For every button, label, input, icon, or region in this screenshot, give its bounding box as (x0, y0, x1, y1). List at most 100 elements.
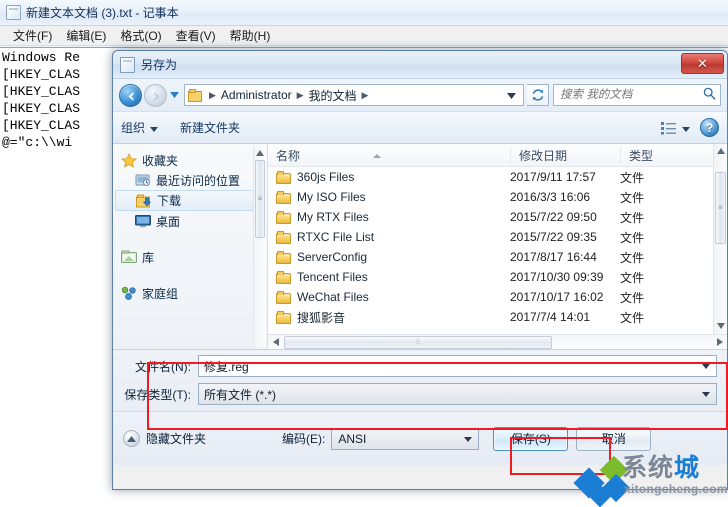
file-date: 2015/7/22 09:50 (510, 210, 597, 224)
menu-view[interactable]: 查看(V) (169, 26, 223, 45)
notepad-icon (120, 56, 135, 73)
file-list-vertical-scrollbar[interactable]: ≡ (713, 144, 727, 334)
table-row[interactable]: My RTX Files 2015/7/22 09:50 文件 (268, 207, 727, 227)
table-row[interactable]: Tencent Files 2017/10/30 09:39 文件 (268, 267, 727, 287)
sidebar-item-recent-places[interactable]: 最近访问的位置 (113, 170, 267, 190)
new-folder-label: 新建文件夹 (180, 121, 241, 135)
filetype-select[interactable]: 所有文件 (*.*) (198, 383, 717, 405)
sidebar-item-label: 最近访问的位置 (156, 173, 241, 188)
search-input[interactable] (558, 88, 703, 102)
table-row[interactable]: 搜狐影音 2017/7/4 14:01 文件 (268, 307, 727, 327)
close-icon[interactable]: ✕ (681, 53, 724, 74)
folder-icon (276, 270, 291, 284)
filename-label: 文件名(N): (135, 359, 191, 374)
filename-value: 修复.reg (204, 359, 249, 374)
file-type: 文件 (620, 230, 645, 245)
save-as-dialog: 另存为 ✕ ▶ Administrator ▶ 我的文档 ▶ 搜索 我的文档 组… (112, 50, 728, 490)
scroll-up-arrow-icon[interactable] (714, 144, 727, 158)
arrow-right-icon[interactable] (144, 83, 167, 107)
chevron-down-icon[interactable] (702, 364, 710, 369)
arrow-left-icon[interactable] (119, 83, 142, 107)
file-type: 文件 (620, 310, 645, 325)
chevron-down-icon (682, 121, 690, 135)
breadcrumb-separator: ▶ (361, 89, 369, 100)
sidebar-item-favorites[interactable]: 收藏夹 (113, 150, 267, 170)
breadcrumb-item-administrator[interactable]: Administrator (221, 88, 292, 102)
file-type: 文件 (620, 210, 645, 225)
scroll-left-arrow-icon[interactable] (268, 335, 283, 349)
table-row[interactable]: 360js Files 2017/9/11 17:57 文件 (268, 167, 727, 187)
file-name: WeChat Files (297, 290, 369, 304)
menu-format[interactable]: 格式(O) (113, 26, 168, 45)
filetype-row: 保存类型(T): 所有文件 (*.*) (113, 382, 727, 406)
search-icon (703, 87, 716, 103)
refresh-icon[interactable] (527, 84, 549, 106)
organize-button[interactable]: 组织 (121, 119, 159, 136)
table-row[interactable]: My ISO Files 2016/3/3 16:06 文件 (268, 187, 727, 207)
filename-row: 文件名(N): 修复.reg (113, 354, 727, 378)
file-name: 搜狐影音 (297, 310, 346, 325)
watermark-text-gray: 系统 (622, 454, 675, 482)
sidebar-item-desktop[interactable]: 桌面 (113, 211, 267, 231)
recent-places-icon (135, 173, 151, 187)
watermark-text-blue: 城 (674, 454, 701, 482)
column-header-date[interactable]: 修改日期 (510, 146, 620, 164)
filetype-label: 保存类型(T): (124, 387, 191, 402)
menu-edit[interactable]: 编辑(E) (59, 26, 113, 45)
scroll-right-arrow-icon[interactable] (712, 335, 727, 349)
vertical-scroll-thumb[interactable]: ≡ (715, 172, 726, 244)
cancel-button[interactable]: 取消 (576, 426, 652, 451)
chevron-down-icon (150, 121, 159, 135)
file-date: 2017/8/17 16:44 (510, 250, 597, 264)
filename-input[interactable]: 修复.reg (198, 355, 717, 377)
scroll-up-arrow-icon[interactable] (254, 146, 266, 159)
file-date: 2015/7/22 09:35 (510, 230, 597, 244)
sidebar-item-libraries[interactable]: 库 (113, 247, 267, 267)
breadcrumb-separator: ▶ (296, 89, 304, 100)
chevron-down-icon[interactable] (464, 436, 473, 442)
encoding-select[interactable]: ANSI (331, 427, 480, 450)
new-folder-button[interactable]: 新建文件夹 (180, 119, 240, 136)
table-row[interactable]: ServerConfig 2017/8/17 16:44 文件 (268, 247, 727, 267)
folder-icon (276, 250, 291, 264)
sidebar-item-homegroup[interactable]: 家庭组 (113, 283, 267, 303)
sidebar-item-downloads[interactable]: 下载 (115, 190, 263, 211)
dialog-title: 另存为 (141, 58, 178, 72)
help-icon[interactable]: ? (700, 118, 719, 137)
file-date: 2017/10/17 16:02 (510, 290, 604, 304)
save-button[interactable]: 保存(S) (493, 426, 569, 451)
folder-icon (276, 190, 291, 204)
file-name: ServerConfig (297, 250, 368, 264)
file-name: My RTX Files (297, 210, 369, 224)
search-box[interactable] (553, 84, 721, 106)
hide-folders-button[interactable]: 隐藏文件夹 (123, 430, 206, 447)
column-header-name[interactable]: 名称 (268, 147, 510, 164)
menu-file[interactable]: 文件(F) (6, 26, 59, 45)
chevron-down-icon[interactable] (167, 86, 181, 104)
table-row[interactable]: WeChat Files 2017/10/17 16:02 文件 (268, 287, 727, 307)
star-icon (121, 152, 137, 168)
file-name: 360js Files (297, 170, 355, 184)
desktop-icon (135, 214, 151, 228)
chevron-down-icon[interactable] (507, 88, 521, 102)
folder-icon (276, 230, 291, 244)
table-row[interactable]: RTXC File List 2015/7/22 09:35 文件 (268, 227, 727, 247)
sidebar-scrollbar[interactable]: ≡ (253, 146, 266, 347)
scroll-down-arrow-icon[interactable] (714, 319, 727, 333)
horizontal-scroll-thumb[interactable]: ⦙⦙ (284, 335, 552, 349)
file-type: 文件 (620, 290, 645, 305)
chevron-down-icon[interactable] (702, 392, 710, 397)
sidebar-scroll-thumb[interactable]: ≡ (255, 160, 265, 238)
menu-help[interactable]: 帮助(H) (223, 26, 278, 45)
file-type: 文件 (620, 190, 645, 205)
breadcrumb-item-my-documents[interactable]: 我的文档 (309, 87, 357, 104)
file-list-horizontal-scrollbar[interactable]: ⦙⦙ (268, 334, 727, 349)
watermark-text: 系统城 (622, 454, 700, 482)
list-view-icon[interactable] (661, 121, 690, 135)
footer-button-group: 保存(S) 取消 (493, 426, 652, 451)
sidebar-item-label: 家庭组 (142, 286, 179, 301)
column-header-type[interactable]: 类型 (620, 146, 678, 164)
breadcrumb[interactable]: ▶ Administrator ▶ 我的文档 ▶ (184, 84, 524, 106)
file-type: 文件 (620, 170, 645, 185)
